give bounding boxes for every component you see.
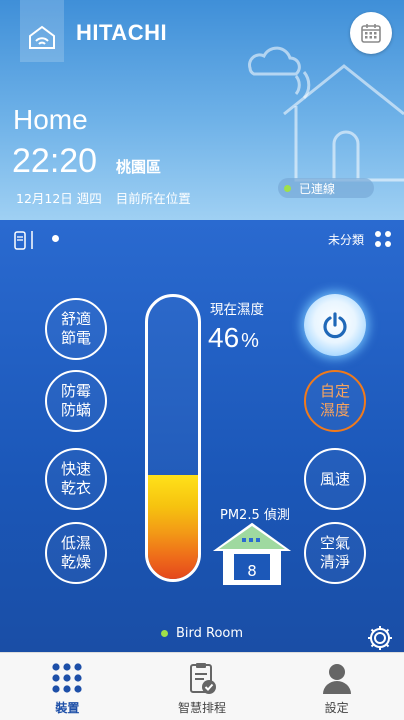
custom-humidity-button[interactable]: 自定 濕度 bbox=[304, 370, 366, 432]
nav-device[interactable]: 裝置 bbox=[0, 653, 135, 720]
page-indicator-dot bbox=[52, 235, 59, 242]
gear-icon[interactable] bbox=[366, 624, 394, 652]
category-label[interactable]: 未分類 bbox=[328, 231, 364, 248]
room-name: Bird Room bbox=[175, 626, 244, 641]
wifi-home-icon bbox=[29, 25, 55, 49]
nav-schedule[interactable]: 智慧排程 bbox=[135, 653, 270, 720]
humidity-unit: % bbox=[241, 330, 259, 352]
humidity-gauge-fill bbox=[148, 474, 198, 579]
location-text: 目前所在位置 bbox=[115, 191, 191, 206]
brand-name: HITACHI bbox=[76, 20, 168, 45]
home-title: Home bbox=[13, 104, 88, 135]
header: HITACHI Home 22:20 桃園區 12月12日 週四 目前所在位置 bbox=[0, 0, 404, 220]
nav-device-label: 裝置 bbox=[55, 701, 80, 715]
connection-status-text: 已連線 bbox=[299, 181, 336, 196]
nav-settings[interactable]: 設定 bbox=[269, 653, 404, 720]
room-status-dot-icon bbox=[160, 630, 168, 637]
user-profile-icon bbox=[322, 664, 351, 694]
room-label: Bird Room bbox=[0, 626, 404, 641]
connected-dot-icon bbox=[284, 184, 291, 192]
device-grid-icon bbox=[52, 663, 82, 693]
power-icon bbox=[323, 312, 347, 339]
humidity-readout: 46% bbox=[208, 322, 259, 354]
nav-schedule-label: 智慧排程 bbox=[178, 701, 227, 715]
fan-speed-button[interactable]: 風速 bbox=[304, 448, 366, 510]
schedule-clipboard-icon bbox=[190, 663, 216, 694]
bottom-nav: 裝置 智慧排程 設定 bbox=[0, 652, 404, 720]
connection-status-badge: 已連線 bbox=[278, 178, 374, 198]
clock: 22:20 bbox=[12, 142, 98, 180]
humidity-gauge bbox=[145, 294, 201, 582]
humidity-label: 現在濕度 bbox=[210, 302, 264, 318]
grid-menu-icon[interactable] bbox=[374, 230, 392, 248]
power-button[interactable] bbox=[304, 294, 366, 356]
city-name: 桃園區 bbox=[116, 158, 162, 176]
device-topbar: 未分類 bbox=[0, 220, 404, 260]
air-purify-button[interactable]: 空氣 清淨 bbox=[304, 522, 366, 584]
pm25-value: 8 bbox=[247, 562, 257, 580]
date-location-line: 12月12日 週四 目前所在位置 bbox=[16, 188, 191, 207]
wifi-home-logo bbox=[20, 0, 64, 62]
nav-settings-label: 設定 bbox=[324, 701, 349, 715]
quick-dry-button[interactable]: 快速 乾衣 bbox=[45, 448, 107, 510]
anti-mold-button[interactable]: 防霉 防蟎 bbox=[45, 370, 107, 432]
low-humidity-button[interactable]: 低濕 乾燥 bbox=[45, 522, 107, 584]
comfort-eco-button[interactable]: 舒適 節電 bbox=[45, 298, 107, 360]
humidity-value: 46 bbox=[208, 322, 240, 353]
dehumidifier-icon[interactable] bbox=[12, 228, 36, 252]
date-text: 12月12日 週四 bbox=[16, 191, 102, 206]
device-panel: 未分類 舒適 節電 防霉 防蟎 快速 乾衣 低濕 乾燥 現在濕度 46% 自定 … bbox=[0, 220, 404, 652]
